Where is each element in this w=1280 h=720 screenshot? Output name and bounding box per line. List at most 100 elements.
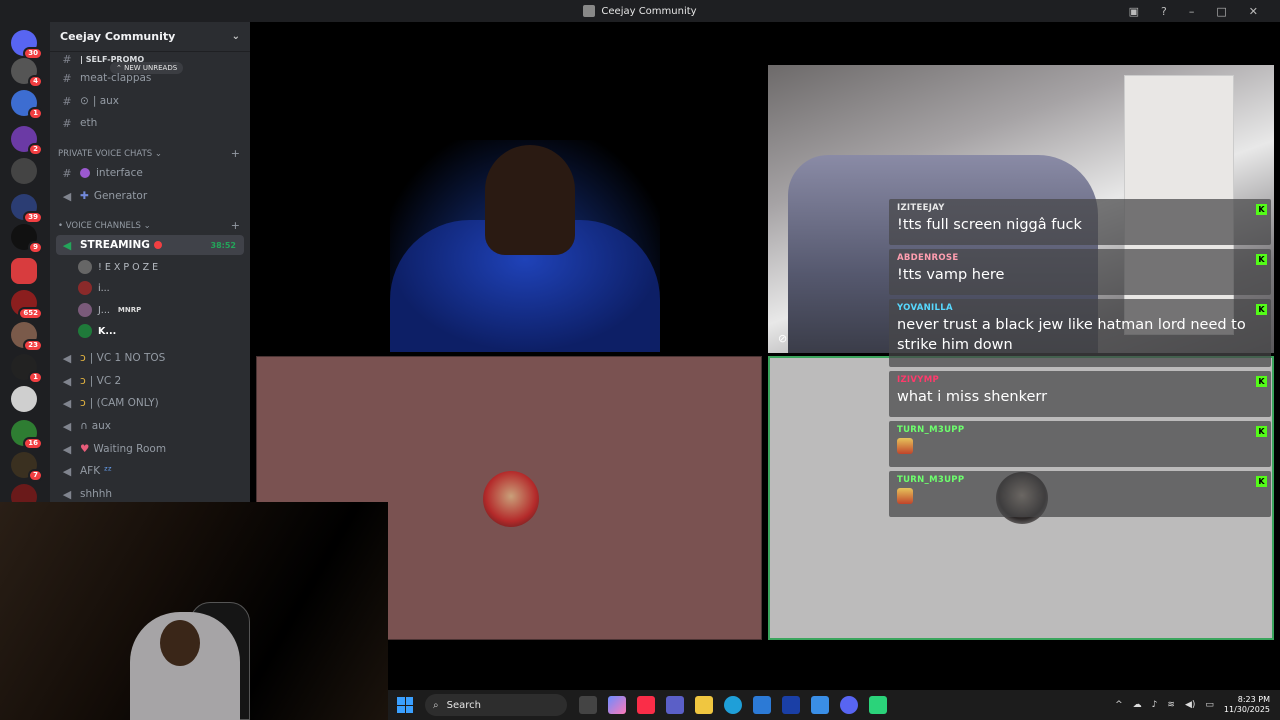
server-icon[interactable]: 39 [11,194,43,224]
copilot-icon[interactable] [608,696,626,714]
speaker-icon: ◀ [62,487,72,501]
chat-text: !tts full screen niggâ fuck [897,217,1082,233]
badge: 39 [23,211,43,224]
channel-afk[interactable]: ◀ AFK ᶻᶻ [56,461,244,481]
battery-icon[interactable]: ▭ [1205,700,1214,710]
chat-username: IZIVYMP [897,375,940,385]
task-view-icon[interactable] [579,696,597,714]
category-private-voice[interactable]: PRIVATE VOICE CHATS ⌄ [58,149,162,159]
system-tray: ^ ☁ ♪ ≋ ◀) ▭ 8:23 PM 11/30/2025 [1115,695,1280,715]
window-title: Ceejay Community [601,5,697,17]
member-name: J... [98,304,110,316]
server-icon[interactable] [11,258,37,284]
edge-icon[interactable] [724,696,742,714]
channel-generator[interactable]: ◀ ✚ Generator [56,186,244,206]
category-voice-channels[interactable]: • VOICE CHANNELS ⌄ [58,221,151,231]
server-icon[interactable] [11,158,37,184]
chevron-down-icon[interactable]: ⌄ [232,31,240,42]
search-icon: ⌕ [433,699,439,711]
help-icon[interactable]: ? [1161,5,1167,18]
badge: 1 [28,107,43,120]
server-icon[interactable]: 9 [11,224,43,254]
emoji-icon: ↄ [80,375,86,387]
server-icon[interactable]: 1 [11,90,43,120]
server-icon[interactable]: 7 [11,452,43,482]
channel-label: interface [96,167,143,179]
channel-aux-voice[interactable]: ◀ ∩ aux [56,416,244,436]
app-icon[interactable] [811,696,829,714]
channel-label: | VC 1 NO TOS [89,352,166,364]
video-tile-webcam[interactable] [390,140,660,352]
channel-interface[interactable]: # interface [56,163,244,183]
channel-shhhh[interactable]: ◀ shhhh [56,484,244,504]
channel-aux-text[interactable]: # ⊙ | aux [56,91,244,111]
clock[interactable]: 8:23 PM 11/30/2025 [1224,695,1270,715]
server-icon[interactable]: 2 [11,126,43,156]
mic-icon[interactable]: ♪ [1152,700,1158,710]
chat-message: YOVANILLA never trust a black jew like h… [889,299,1271,367]
voice-member[interactable]: K... [78,322,116,340]
discord-home-icon[interactable]: 30 [11,30,43,60]
member-name: i... [98,282,110,294]
speaker-icon: ◀ [62,396,72,410]
speaker-icon: ◀ [62,351,72,365]
badge: 16 [23,437,43,450]
channel-waiting-room[interactable]: ◀ ♥ Waiting Room [56,439,244,459]
badge: 2 [28,143,43,156]
video-off-icon: ⊘ [778,332,788,345]
maximize-button[interactable]: □ [1216,5,1226,18]
emote-icon [897,488,913,504]
voice-member[interactable]: J... MNRP [78,301,141,319]
tray-chevron-icon[interactable]: ^ [1115,700,1123,710]
emote-icon [897,438,913,454]
server-icon[interactable]: 23 [11,322,43,352]
taskbar-search[interactable]: ⌕ Search [425,694,567,716]
close-button[interactable]: ✕ [1249,5,1258,18]
music-icon[interactable] [637,696,655,714]
badge: 23 [23,339,43,352]
channel-streaming[interactable]: ◀ STREAMING 38:52 [56,235,244,255]
category-label: VOICE CHANNELS [65,221,141,231]
server-icon[interactable]: 1 [11,354,43,384]
channel-cam-only[interactable]: ◀ ↄ | (CAM ONLY) [56,393,244,413]
category-label: PRIVATE VOICE CHATS [58,149,153,159]
channel-label: eth [80,117,98,129]
onedrive-icon[interactable]: ☁ [1133,700,1142,710]
volume-icon[interactable]: ◀) [1185,700,1195,710]
server-header[interactable]: Ceejay Community ⌄ [50,22,250,52]
chat-message: ABDENROSE !tts vamp here K [889,249,1271,295]
discord-icon[interactable] [840,696,858,714]
channel-label: STREAMING [80,239,150,251]
server-icon[interactable]: 652 [11,290,43,320]
headphones-icon: ∩ [80,420,88,432]
server-icon[interactable] [11,386,37,412]
emoji-icon: ↄ [80,397,86,409]
channel-label: Generator [93,190,148,202]
channel-label: AFK [80,465,101,477]
kick-app-icon[interactable] [869,696,887,714]
minimize-button[interactable]: – [1189,5,1195,18]
store-icon[interactable] [753,696,771,714]
channel-meat-clappas[interactable]: # meat-clappas [56,68,244,88]
chat-username: TURN_M3UPP [897,475,965,485]
inbox-icon[interactable]: ▣ [1129,5,1139,18]
server-icon[interactable]: 16 [11,420,43,450]
channel-vc1[interactable]: ◀ ↄ | VC 1 NO TOS [56,348,244,368]
voice-member[interactable]: i... [78,279,110,297]
voice-member[interactable]: ! E X P O Z E [78,258,158,276]
launcher-icon[interactable] [782,696,800,714]
kick-badge-icon: K [1256,204,1267,215]
teams-icon[interactable] [666,696,684,714]
hashtag-icon: # [62,94,72,108]
file-explorer-icon[interactable] [695,696,713,714]
windows-start-icon[interactable] [397,697,413,713]
chat-text: never trust a black jew like hatman lord… [897,317,1246,353]
member-name: K... [98,325,117,337]
server-icon[interactable]: 4 [11,58,43,88]
wifi-icon[interactable]: ≋ [1167,700,1175,710]
add-channel-icon[interactable]: + [231,219,240,232]
add-channel-icon[interactable]: + [231,147,240,160]
channel-vc2[interactable]: ◀ ↄ | VC 2 [56,371,244,391]
kick-badge-icon: K [1256,304,1267,315]
channel-eth[interactable]: # eth [56,113,244,133]
